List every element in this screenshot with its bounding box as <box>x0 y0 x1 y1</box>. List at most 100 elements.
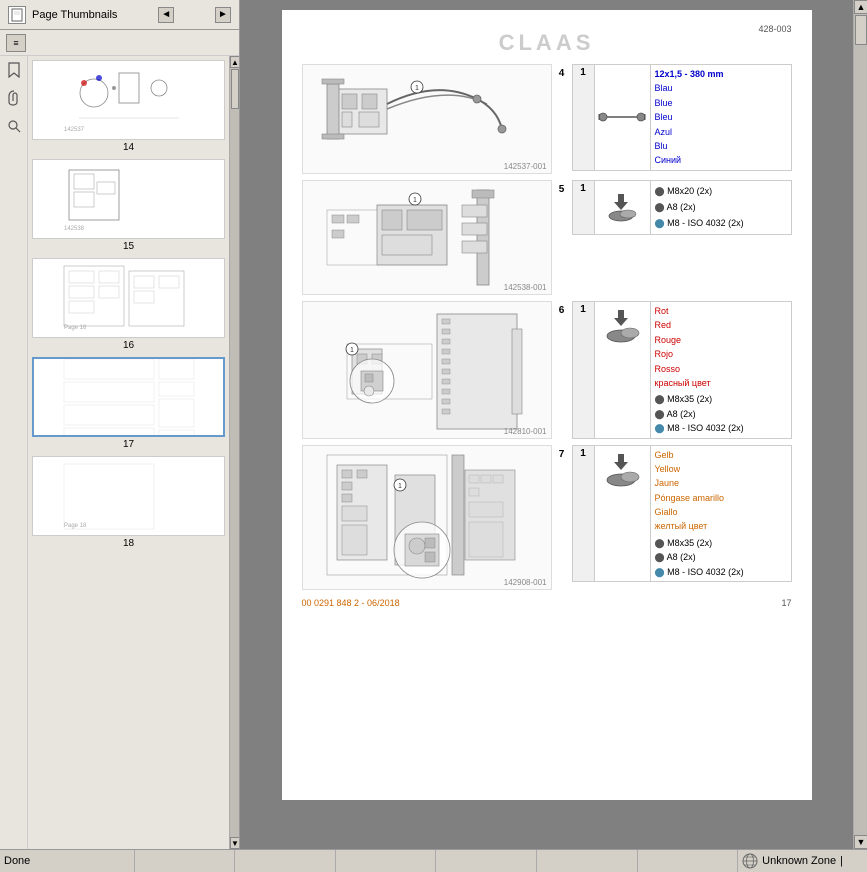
part3-item3: ⬤ M8 - ISO 4032 (2x) <box>655 421 744 435</box>
thumbnail-img-18[interactable]: Page 18 <box>32 456 225 536</box>
svg-text:142538: 142538 <box>64 226 85 232</box>
section4-parts: 1 <box>572 64 792 174</box>
part1-color-bleu: Bleu <box>655 110 724 124</box>
search-icon[interactable] <box>4 116 24 136</box>
part4-item2: ⬤ A8 (2x) <box>655 550 744 564</box>
part1-color-blue: Blue <box>655 96 724 110</box>
toolbar-menu-button[interactable]: ≡ <box>6 34 26 52</box>
thumbnails-area[interactable]: 142537 14 <box>28 56 229 849</box>
section5-number: 5 <box>552 180 572 295</box>
svg-text:1: 1 <box>398 483 402 490</box>
thumbnail-img-17[interactable]: 17 <box>32 357 225 437</box>
part4-qty: 1 <box>573 446 595 582</box>
part4-row: 1 Gelb <box>572 445 792 583</box>
part1-row: 1 <box>572 64 792 171</box>
nav-prev-button[interactable]: ◄ <box>158 7 174 23</box>
thumbnail-img-14[interactable]: 142537 <box>32 60 225 140</box>
main-area: Page Thumbnails ◄ ► ≡ <box>0 0 867 849</box>
section-5: 1 142538-001 5 1 <box>302 180 792 295</box>
thumbnail-label-17: 17 <box>32 437 225 452</box>
part2-text: ⬤ M8x20 (2x) ⬤ A8 (2x) ⬤ M8 - ISO 4032 (… <box>651 181 748 234</box>
bookmark-icon[interactable] <box>4 60 24 80</box>
part2-row: 1 <box>572 180 792 235</box>
sidebar-scroll-thumb[interactable] <box>231 69 239 109</box>
sidebar-scroll-down[interactable]: ▼ <box>230 837 239 849</box>
section7-parts: 1 Gelb <box>572 445 792 590</box>
status-section-2 <box>135 850 236 872</box>
part3-rot: Rot <box>655 304 744 318</box>
thumbnail-img-15[interactable]: 142538 <box>32 159 225 239</box>
footer-right: 17 <box>781 598 791 608</box>
section4-diagram: 1 142537-001 <box>302 64 552 174</box>
part1-img <box>595 65 651 170</box>
section-4: 1 142537-001 4 <box>302 64 792 174</box>
footer-left: 00 0291 848 2 - 06/2018 <box>302 598 400 608</box>
status-section-6 <box>537 850 638 872</box>
status-sections <box>34 850 738 872</box>
part4-pongase: Póngase amarillo <box>655 491 744 505</box>
status-section-1 <box>34 850 135 872</box>
sidebar-title: Page Thumbnails <box>32 9 117 21</box>
doc-footer: 00 0291 848 2 - 06/2018 17 <box>302 598 792 608</box>
part2-qty: 1 <box>573 181 595 234</box>
svg-text:Page 16: Page 16 <box>64 325 87 331</box>
part4-items: ⬤ M8x35 (2x) ⬤ A8 (2x) ⬤ M8 - ISO 4032 (… <box>655 536 744 579</box>
svg-text:1: 1 <box>415 85 419 92</box>
zone-separator: | <box>840 855 843 867</box>
thumbnail-item-16[interactable]: Page 16 16 <box>32 258 225 353</box>
section4-number: 4 <box>552 64 572 174</box>
sidebar-scrollbar[interactable]: ▲ ▼ <box>229 56 239 849</box>
diagram4-ref: 142908-001 <box>504 578 547 587</box>
doc-scrollbar[interactable]: ▲ ▼ <box>853 0 867 849</box>
svg-text:1: 1 <box>413 197 417 204</box>
part2-item1: ⬤ M8x20 (2x) <box>655 183 744 199</box>
part3-krasnyy: красный цвет <box>655 376 744 390</box>
part1-color-blau: Blau <box>655 81 724 95</box>
doc-scroll-up[interactable]: ▲ <box>854 0 867 14</box>
thumbnail-item-17[interactable]: 17 17 <box>32 357 225 452</box>
section-6: 1 142810-001 6 1 <box>302 301 792 439</box>
doc-scroll-down[interactable]: ▼ <box>854 835 867 849</box>
globe-icon <box>742 853 758 869</box>
sidebar-scroll-up[interactable]: ▲ <box>230 56 239 68</box>
part1-color-siniy: Синий <box>655 153 724 167</box>
zone-label: Unknown Zone <box>762 855 836 867</box>
part3-red: Red <box>655 318 744 332</box>
sidebar-icons-column <box>0 56 28 849</box>
sidebar-toolbar: ≡ <box>0 30 239 56</box>
document-scroll-area[interactable]: CLAAS 428-003 <box>240 0 853 849</box>
thumbnail-label-18: 18 <box>32 536 225 551</box>
thumbnail-item-14[interactable]: 142537 14 <box>32 60 225 155</box>
doc-ref: 428-003 <box>758 24 791 34</box>
part3-items: ⬤ M8x35 (2x) ⬤ A8 (2x) ⬤ M8 - ISO 4032 (… <box>655 392 744 435</box>
section7-number: 7 <box>552 445 572 590</box>
part2-item2: ⬤ A8 (2x) <box>655 199 744 215</box>
doc-scroll-thumb[interactable] <box>855 15 867 45</box>
status-section-5 <box>436 850 537 872</box>
thumbnail-img-16[interactable]: Page 16 <box>32 258 225 338</box>
part3-item2: ⬤ A8 (2x) <box>655 407 744 421</box>
part4-text: Gelb Yellow Jaune Póngase amarillo Giall… <box>651 446 748 582</box>
part4-jaune: Jaune <box>655 476 744 490</box>
part4-img <box>595 446 651 582</box>
nav-next-button[interactable]: ► <box>215 7 231 23</box>
thumbnail-label-16: 16 <box>32 338 225 353</box>
status-section-7 <box>638 850 739 872</box>
section5-parts: 1 <box>572 180 792 295</box>
attachment-icon[interactable] <box>4 88 24 108</box>
thumbnail-item-18[interactable]: Page 18 18 <box>32 456 225 551</box>
sidebar-content: 142537 14 <box>0 56 239 849</box>
part3-item1: ⬤ M8x35 (2x) <box>655 392 744 406</box>
document-page: CLAAS 428-003 <box>282 10 812 800</box>
section6-number: 6 <box>552 301 572 439</box>
part4-item1: ⬤ M8x35 (2x) <box>655 536 744 550</box>
section5-diagram: 1 142538-001 <box>302 180 552 295</box>
part3-rouge: Rouge <box>655 333 744 347</box>
part1-color-blu: Blu <box>655 139 724 153</box>
section7-diagram: 1 <box>302 445 552 590</box>
diagram2-ref: 142538-001 <box>504 283 547 292</box>
status-section-3 <box>235 850 336 872</box>
thumbnail-item-15[interactable]: 142538 15 <box>32 159 225 254</box>
part3-text: Rot Red Rouge Rojo Rosso красный цвет ⬤ … <box>651 302 748 438</box>
svg-text:142537: 142537 <box>64 127 85 133</box>
